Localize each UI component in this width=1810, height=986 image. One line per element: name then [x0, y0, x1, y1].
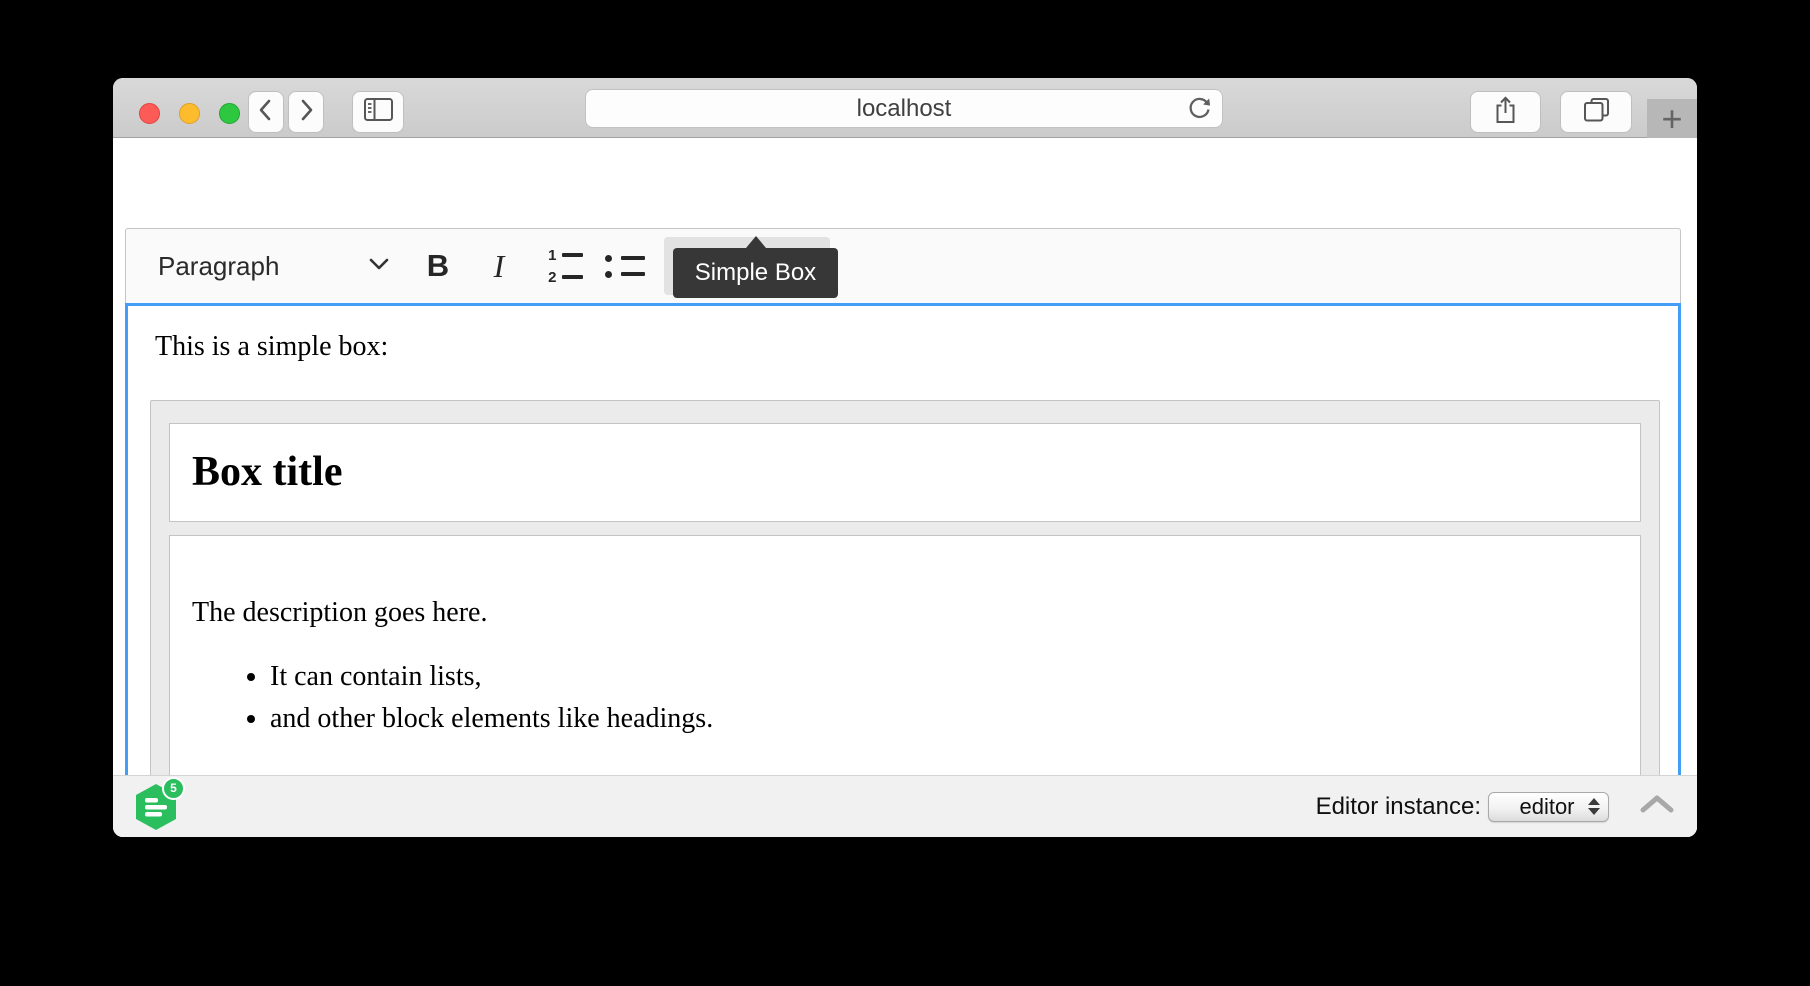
inspector-bar: 5 Editor instance: editor: [113, 775, 1697, 837]
numbered-list-button[interactable]: 1 2: [547, 248, 583, 285]
list-item: It can contain lists,: [270, 658, 1618, 696]
box-title-heading: Box title: [192, 449, 1618, 496]
simple-box-description-section[interactable]: The description goes here. It can contai…: [169, 535, 1641, 775]
bulleted-list-icon: [605, 255, 645, 262]
bold-button[interactable]: B: [425, 248, 451, 284]
numbered-list-icon: 1: [547, 248, 583, 263]
browser-window: localhost: [113, 78, 1697, 837]
forward-icon: [295, 97, 317, 128]
share-button[interactable]: [1470, 91, 1541, 133]
url-text: localhost: [857, 95, 952, 123]
tabs-icon: [1583, 96, 1610, 128]
bold-icon: B: [427, 248, 449, 284]
minimize-window-button[interactable]: [179, 103, 200, 124]
box-description-paragraph: The description goes here.: [192, 594, 1618, 632]
tooltip-text: Simple Box: [695, 259, 816, 287]
web-page: Paragraph B I 1 2: [113, 138, 1697, 837]
editor-instance-label: Editor instance:: [1316, 793, 1481, 821]
editor-instance-select[interactable]: editor: [1488, 792, 1609, 822]
bulleted-list-button[interactable]: [605, 255, 645, 278]
tab-overview-button[interactable]: [1560, 91, 1632, 133]
box-description-list: It can contain lists, and other block el…: [192, 658, 1618, 738]
tooltip-caret: [746, 236, 766, 248]
sidebar-icon: [363, 97, 394, 127]
italic-icon: I: [494, 248, 505, 285]
editor-editable-area[interactable]: This is a simple box: Box title The desc…: [125, 303, 1681, 775]
chevron-down-icon: [368, 257, 390, 276]
back-icon: [255, 97, 277, 128]
select-arrows-icon: [1588, 798, 1600, 815]
address-bar[interactable]: localhost: [585, 89, 1223, 128]
simple-box-title-section[interactable]: Box title: [169, 423, 1641, 522]
editor-toolbar: Paragraph B I 1 2: [125, 228, 1681, 304]
chevron-up-icon: [1639, 794, 1675, 820]
back-button[interactable]: [248, 91, 284, 133]
new-tab-button[interactable]: +: [1647, 99, 1697, 138]
plus-icon: +: [1661, 101, 1682, 137]
browser-chrome: localhost: [113, 78, 1697, 138]
share-icon: [1493, 95, 1518, 130]
italic-button[interactable]: I: [487, 248, 511, 285]
zoom-window-button[interactable]: [219, 103, 240, 124]
simple-box-tooltip: Simple Box: [673, 236, 838, 298]
heading-dropdown[interactable]: Paragraph: [158, 237, 390, 295]
reload-button[interactable]: [1186, 96, 1213, 128]
close-window-button[interactable]: [139, 103, 160, 124]
forward-button[interactable]: [288, 91, 324, 133]
intro-paragraph: This is a simple box:: [155, 329, 1660, 365]
inspector-collapse-button[interactable]: [1639, 794, 1675, 820]
inspector-badge: 5: [162, 777, 185, 800]
sidebar-toggle-button[interactable]: [352, 91, 404, 133]
editor-instance-value: editor: [1506, 794, 1588, 820]
list-item: and other block elements like headings.: [270, 700, 1618, 738]
traffic-lights: [139, 103, 240, 124]
heading-dropdown-label: Paragraph: [158, 251, 279, 282]
simple-box-widget[interactable]: Box title The description goes here. It …: [150, 400, 1660, 775]
ckeditor-inspector-logo[interactable]: 5: [133, 783, 181, 831]
